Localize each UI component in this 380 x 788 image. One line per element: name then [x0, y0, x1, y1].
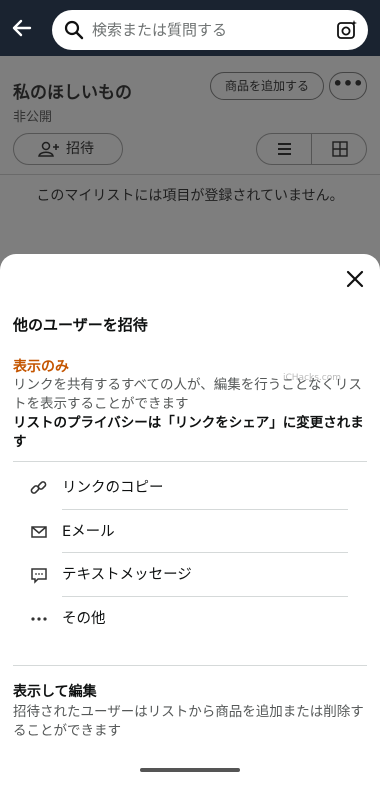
invite-button[interactable]: 招待	[13, 133, 123, 165]
camera-search-icon[interactable]	[336, 19, 358, 41]
list-view-icon	[278, 143, 291, 155]
share-option-label: リンクのコピー	[62, 480, 164, 496]
more-dots-icon	[31, 617, 47, 621]
message-icon	[31, 568, 47, 584]
search-bar[interactable]: 検索または質問する	[52, 10, 368, 50]
share-option-label: テキストメッセージ	[62, 567, 192, 583]
empty-list-message: このマイリストには項目が登録されていません。	[36, 188, 344, 204]
search-icon	[64, 20, 84, 40]
back-arrow-icon[interactable]	[8, 12, 36, 44]
share-option-label: Eメール	[62, 524, 115, 540]
mail-icon	[31, 526, 47, 538]
divider	[13, 665, 367, 666]
divider	[13, 461, 367, 462]
view-and-edit-description: 招待されたユーザーはリストから商品を追加または削除することができます	[13, 704, 364, 739]
privacy-change-note: リストのプライバシーは「リンクをシェア」に変更されます	[13, 415, 364, 450]
view-only-title: 表示のみ	[13, 359, 69, 375]
add-person-icon	[38, 141, 59, 157]
sheet-title: 他のユーザーを招待	[13, 316, 148, 334]
list-view-button[interactable]	[257, 134, 312, 164]
add-item-button[interactable]: 商品を追加する	[210, 72, 324, 100]
close-icon[interactable]	[344, 268, 366, 290]
divider	[62, 552, 348, 553]
view-toggle	[256, 133, 367, 165]
more-options-button[interactable]: •••	[329, 72, 367, 100]
share-option-label: その他	[62, 611, 106, 627]
invite-sheet: 他のユーザーを招待 表示のみ iCHacks.com リンクを共有するすべての人…	[0, 254, 380, 788]
view-and-edit-title[interactable]: 表示して編集	[13, 681, 97, 701]
share-option-copy-link[interactable]: リンクのコピー	[30, 467, 350, 509]
share-option-other[interactable]: その他	[30, 598, 350, 640]
top-bar: 検索または質問する	[0, 0, 380, 56]
search-input[interactable]: 検索または質問する	[92, 20, 227, 40]
divider	[62, 596, 348, 597]
home-indicator	[140, 768, 240, 772]
divider	[0, 174, 380, 175]
view-only-description: リンクを共有するすべての人が、編集を行うことなくリストを表示することができます	[13, 377, 362, 412]
divider	[62, 509, 348, 510]
invite-label: 招待	[66, 141, 94, 157]
share-option-email[interactable]: Eメール	[30, 511, 350, 553]
link-icon	[30, 481, 47, 494]
privacy-status: 非公開	[13, 110, 53, 125]
list-title: 私のほしいもの	[13, 83, 132, 103]
grid-view-button[interactable]	[312, 134, 366, 164]
share-option-text-message[interactable]: テキストメッセージ	[30, 554, 350, 596]
grid-view-icon	[332, 141, 348, 157]
